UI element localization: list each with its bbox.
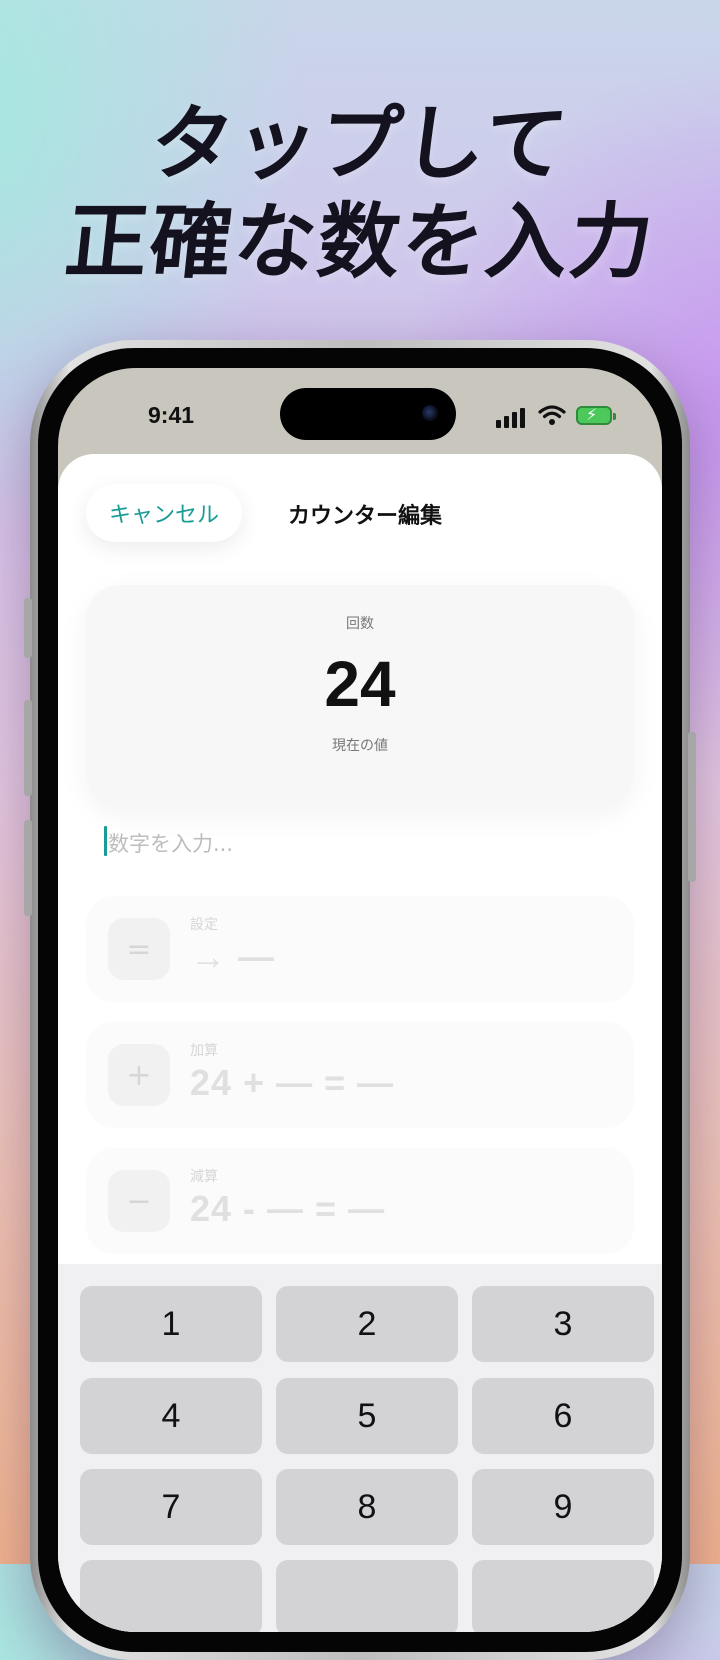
add-expression: 24 + — = —: [190, 1062, 395, 1103]
key-blank-left: [80, 1560, 262, 1632]
equals-icon: =: [108, 918, 170, 980]
set-label: 設定: [190, 917, 218, 933]
wifi-icon: [538, 405, 566, 425]
key-6[interactable]: 6: [472, 1378, 654, 1454]
plus-icon: +: [108, 1044, 170, 1106]
value-label: 回数: [346, 616, 374, 632]
phone-frame: 9:41 ⚡ キャンセル カウンター編集 回数 24 現在の値 数字を入力...…: [24, 340, 696, 1660]
key-9[interactable]: 9: [472, 1469, 654, 1545]
key-3[interactable]: 3: [472, 1286, 654, 1362]
subtract-label: 減算: [190, 1169, 218, 1185]
promo-headline: タップして 正確な数を入力: [0, 96, 720, 292]
sheet-title: カウンター編集: [288, 504, 443, 529]
number-input[interactable]: 数字を入力...: [104, 822, 616, 862]
status-bar: 9:41 ⚡: [58, 368, 662, 454]
headline-line-1: タップして: [146, 97, 574, 192]
key-5[interactable]: 5: [276, 1378, 458, 1454]
current-value-card: 回数 24 現在の値: [86, 585, 634, 807]
power-button: [688, 732, 696, 882]
key-delete-partial[interactable]: [472, 1560, 654, 1632]
key-7[interactable]: 7: [80, 1469, 262, 1545]
cellular-signal-icon: [496, 406, 530, 428]
input-placeholder: 数字を入力...: [108, 832, 234, 856]
key-8[interactable]: 8: [276, 1469, 458, 1545]
set-operation-card[interactable]: = 設定 → —: [86, 896, 634, 1002]
status-time: 9:41: [148, 402, 195, 428]
battery-charging-icon: ⚡: [576, 405, 616, 425]
phone-screen: 9:41 ⚡ キャンセル カウンター編集 回数 24 現在の値 数字を入力...…: [58, 368, 662, 1632]
numeric-keypad: 1 2 3 4 5 6 7 8 9: [58, 1264, 662, 1632]
value-caption: 現在の値: [332, 738, 388, 754]
phone-bezel: 9:41 ⚡ キャンセル カウンター編集 回数 24 現在の値 数字を入力...…: [38, 348, 682, 1652]
headline-line-2: 正確な数を入力: [61, 195, 660, 290]
add-label: 加算: [190, 1043, 218, 1059]
dynamic-island: [280, 388, 456, 440]
add-operation-card[interactable]: + 加算 24 + — = —: [86, 1022, 634, 1128]
current-value: 24: [324, 648, 396, 720]
minus-icon: −: [108, 1170, 170, 1232]
action-button: [24, 598, 32, 658]
cancel-button[interactable]: キャンセル: [86, 484, 242, 542]
text-caret: [104, 826, 107, 856]
key-1[interactable]: 1: [80, 1286, 262, 1362]
key-4[interactable]: 4: [80, 1378, 262, 1454]
set-expression: → —: [190, 936, 276, 977]
key-2[interactable]: 2: [276, 1286, 458, 1362]
volume-down-button: [24, 820, 32, 916]
subtract-expression: 24 - — = —: [190, 1188, 386, 1229]
subtract-operation-card[interactable]: − 減算 24 - — = —: [86, 1148, 634, 1254]
volume-up-button: [24, 700, 32, 796]
key-0-partial[interactable]: [276, 1560, 458, 1632]
front-camera: [422, 405, 438, 421]
